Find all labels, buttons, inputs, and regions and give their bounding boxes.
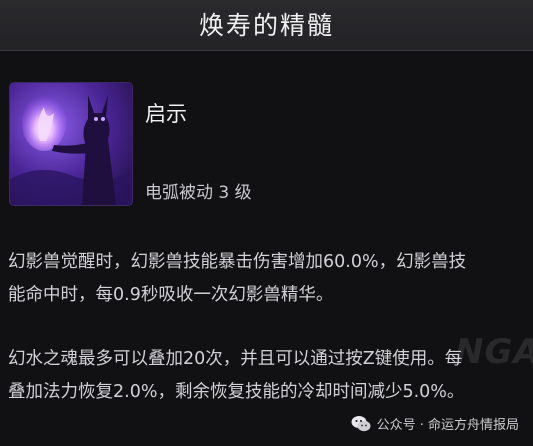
wechat-icon [351,415,371,433]
tooltip-title: 焕寿的精髓 [198,11,334,40]
skill-type-level: 电弧被动 3 级 [145,183,252,203]
skill-description-1: 幻影兽觉醒时，幻影兽技能暴击伤害增加60.0%，幻影兽技能命中时，每0.9秒吸收… [8,252,467,305]
watermark-logo: NGA [455,332,533,372]
watermark-text: 公众号 · 命运方舟情报局 [376,418,519,433]
skill-name: 启示 [145,102,187,126]
tooltip-title-bar: 焕寿的精髓 [0,0,533,51]
watermark-footer: 公众号 · 命运方舟情报局 [351,414,519,433]
purple-spirit-figure-icon [10,83,132,205]
skill-tooltip: 焕寿的精髓 启示 电弧被动 3 级 幻影兽觉醒时，幻影兽技能暴击伤害增加60.0… [0,0,533,446]
skill-description-2: 幻水之魂最多可以叠加20次，并且可以通过按Z键使用。每叠加法力恢复2.0%，剩余… [8,349,465,402]
